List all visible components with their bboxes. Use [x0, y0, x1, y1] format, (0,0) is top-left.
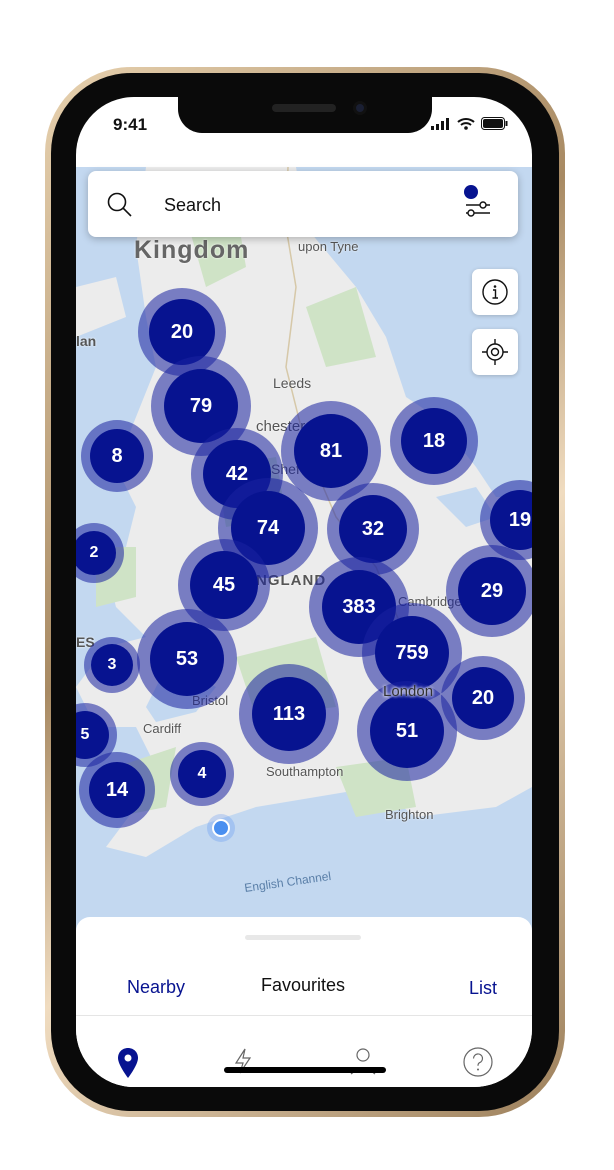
wifi-icon: [457, 118, 475, 130]
cluster-count: 2: [76, 531, 116, 575]
divider: [76, 1015, 532, 1016]
cluster-count: 759: [375, 616, 449, 690]
cluster-count: 8: [90, 429, 144, 483]
map-label: Leeds: [273, 375, 312, 391]
cluster-count: 51: [370, 694, 444, 768]
cluster-count: 32: [339, 495, 407, 563]
status-icons: [431, 117, 508, 130]
bottom-sheet: Nearby Favourites List: [76, 917, 532, 1087]
screen: 9:41 Kingdom upon Tyne Leeds chester She…: [76, 97, 532, 1087]
notch: [178, 97, 432, 133]
cluster-count: 113: [252, 677, 326, 751]
map-label: London: [383, 683, 434, 700]
signal-icon: [431, 118, 449, 130]
cluster-count: 81: [294, 414, 368, 488]
cluster-count: 19: [490, 490, 532, 550]
cluster-count: 53: [150, 622, 224, 696]
charger-cluster[interactable]: 29: [446, 545, 532, 637]
map-label: Southampton: [266, 764, 344, 779]
sheet-handle[interactable]: [245, 935, 361, 940]
locate-button[interactable]: [472, 329, 518, 375]
speaker: [272, 104, 336, 112]
status-time: 9:41: [113, 115, 148, 134]
current-location-marker: [207, 814, 235, 842]
cluster-count: 29: [458, 557, 526, 625]
cluster-count: 5: [76, 711, 109, 759]
battery-icon: [481, 117, 508, 130]
charger-cluster[interactable]: 14: [79, 752, 155, 828]
charger-cluster[interactable]: 4: [170, 742, 234, 806]
cluster-count: 14: [89, 762, 145, 818]
cluster-count: 18: [401, 408, 467, 474]
charger-cluster[interactable]: 53: [137, 609, 237, 709]
map-label: Cardiff: [143, 721, 182, 736]
tab-list[interactable]: List: [469, 978, 497, 999]
home-indicator[interactable]: [224, 1067, 386, 1073]
crosshair-icon: [482, 339, 508, 365]
charger-cluster[interactable]: 113: [239, 664, 339, 764]
map-label: lan: [76, 333, 97, 349]
map-label: Brighton: [385, 807, 434, 822]
filter-icon[interactable]: [462, 185, 492, 217]
nav-help-icon[interactable]: [463, 1047, 493, 1077]
charger-cluster[interactable]: 3: [84, 637, 140, 693]
map-label: upon Tyne: [298, 239, 359, 254]
info-button[interactable]: [472, 269, 518, 315]
cluster-count: 45: [190, 551, 258, 619]
tab-nearby[interactable]: Nearby: [127, 977, 185, 998]
cluster-count: 3: [91, 644, 133, 686]
charger-cluster[interactable]: 18: [390, 397, 478, 485]
cluster-count: 4: [178, 750, 226, 798]
camera: [353, 101, 367, 115]
info-icon: [482, 279, 508, 305]
tab-favourites[interactable]: Favourites: [261, 975, 345, 996]
search-bar[interactable]: Search: [88, 171, 518, 237]
nav-map-pin-icon[interactable]: [116, 1047, 140, 1079]
map-label: Kingdom: [134, 236, 250, 264]
cluster-count: 20: [452, 667, 514, 729]
charger-cluster[interactable]: 8: [81, 420, 153, 492]
search-icon: [107, 192, 132, 217]
cluster-count: 20: [149, 299, 215, 365]
search-input[interactable]: Search: [164, 195, 221, 216]
